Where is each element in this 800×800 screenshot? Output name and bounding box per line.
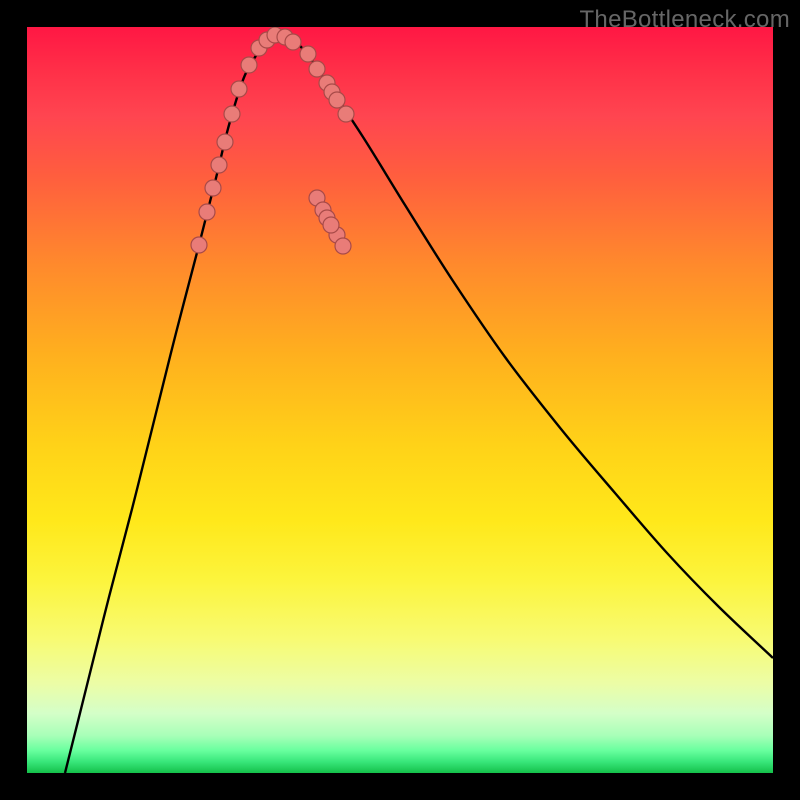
data-marker — [335, 238, 351, 254]
data-marker — [199, 204, 215, 220]
data-marker — [300, 46, 316, 62]
data-marker — [285, 34, 301, 50]
chart-svg — [27, 27, 773, 773]
data-marker — [329, 92, 345, 108]
data-marker — [338, 106, 354, 122]
data-marker — [191, 237, 207, 253]
bottleneck-curve — [65, 35, 773, 773]
markers-group — [191, 27, 354, 254]
data-marker — [224, 106, 240, 122]
data-marker — [211, 157, 227, 173]
data-marker — [323, 217, 339, 233]
data-marker — [231, 81, 247, 97]
data-marker — [241, 57, 257, 73]
data-marker — [205, 180, 221, 196]
data-marker — [309, 61, 325, 77]
data-marker — [217, 134, 233, 150]
